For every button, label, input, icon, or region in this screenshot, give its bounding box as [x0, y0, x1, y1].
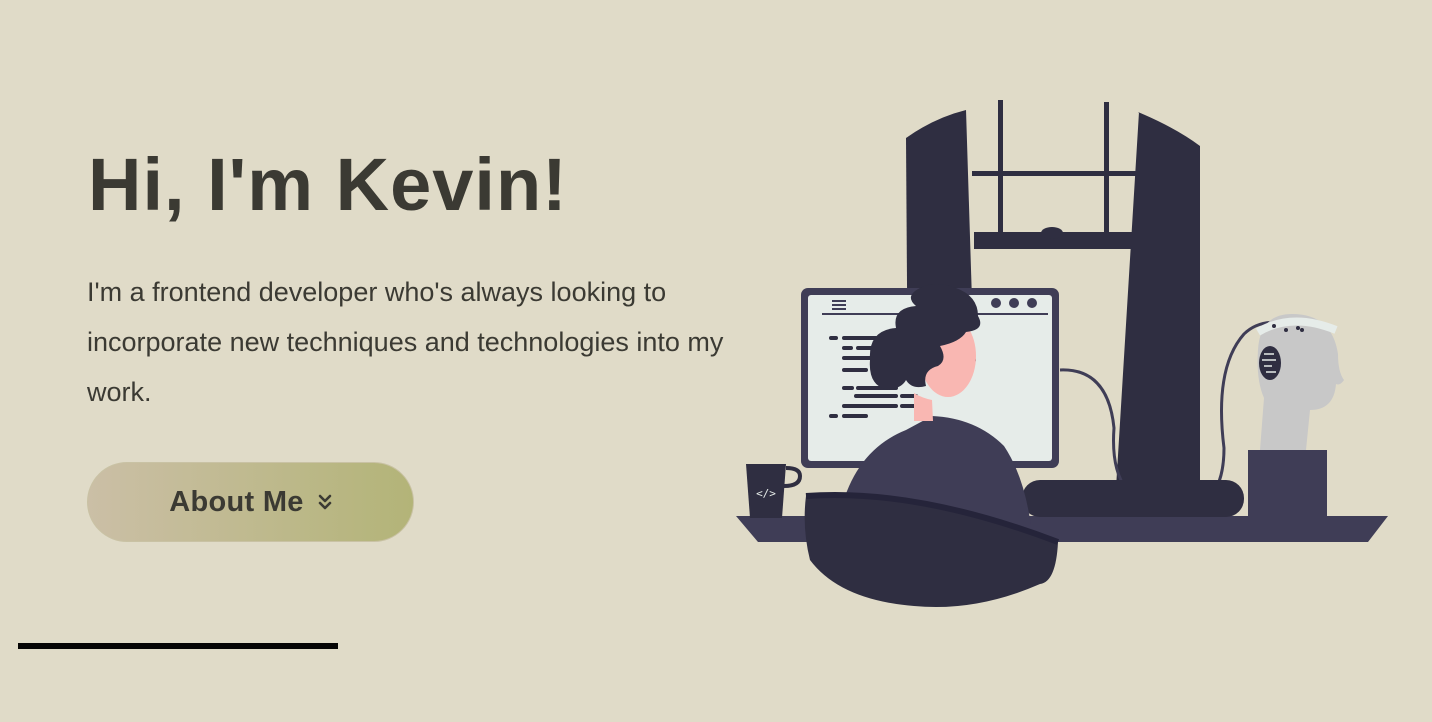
chevron-double-down-icon — [318, 494, 332, 510]
section-divider — [18, 643, 338, 649]
about-me-label: About Me — [169, 485, 304, 518]
mug-text: </> — [756, 487, 776, 500]
hero-title: Hi, I'm Kevin! — [88, 143, 568, 226]
mannequin-head — [1248, 314, 1344, 518]
hero-description: I'm a frontend developer who's always lo… — [87, 277, 724, 407]
coffee-mug: </> — [746, 464, 803, 518]
hero-section: Hi, I'm Kevin! I'm a frontend developer … — [0, 0, 1432, 722]
about-me-button[interactable]: About Me — [87, 462, 414, 542]
developer-at-desk-illustration: </> — [736, 100, 1388, 608]
